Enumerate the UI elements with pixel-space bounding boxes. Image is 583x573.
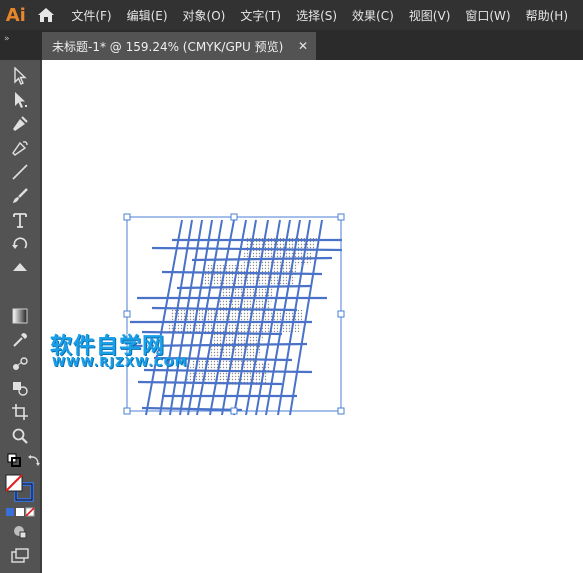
close-tab-icon[interactable]: ✕ xyxy=(298,39,308,53)
paintbrush-tool-icon[interactable] xyxy=(8,186,32,206)
rotate-tool-icon[interactable] xyxy=(8,234,32,254)
eyedropper-tool-icon[interactable] xyxy=(8,330,32,350)
selection-handle xyxy=(230,213,238,221)
selection-handle xyxy=(337,407,345,415)
artboard-canvas[interactable]: 软件自学网 WWW.RJZXW.COM xyxy=(42,60,583,573)
collapse-panel-icon[interactable]: » xyxy=(4,34,9,44)
type-tool-icon[interactable] xyxy=(8,210,32,230)
menu-bar: Ai 文件(F) 编辑(E) 对象(O) 文字(T) 选择(S) 效果(C) 视… xyxy=(0,0,583,30)
menu-help[interactable]: 帮助(H) xyxy=(526,7,568,24)
curvature-tool-icon[interactable] xyxy=(8,138,32,158)
selection-handle xyxy=(123,310,131,318)
selection-handle xyxy=(123,407,131,415)
menu-view[interactable]: 视图(V) xyxy=(409,7,451,24)
pen-tool-icon[interactable] xyxy=(8,114,32,134)
shape-builder-tool-icon[interactable] xyxy=(8,378,32,398)
artwork-line xyxy=(161,270,323,276)
color-mode-icons[interactable] xyxy=(4,506,36,518)
document-tab-title: 未标题-1* @ 159.24% (CMYK/GPU 预览) xyxy=(52,39,284,54)
selection-handle xyxy=(230,407,238,415)
selection-handle xyxy=(337,213,345,221)
gradient-tool-icon[interactable] xyxy=(8,306,32,326)
fill-stroke-swatch[interactable] xyxy=(4,474,36,502)
main-menu: 文件(F) 编辑(E) 对象(O) 文字(T) 选择(S) 效果(C) 视图(V… xyxy=(71,0,583,30)
app-logo: Ai xyxy=(5,4,26,26)
menu-effect[interactable]: 效果(C) xyxy=(352,7,394,24)
eraser-tool-icon[interactable] xyxy=(8,258,32,278)
menu-type[interactable]: 文字(T) xyxy=(240,7,281,24)
menu-window[interactable]: 窗口(W) xyxy=(465,7,510,24)
menu-edit[interactable]: 编辑(E) xyxy=(127,7,168,24)
selection-tool-icon[interactable] xyxy=(8,66,32,86)
artwork-line xyxy=(141,406,243,412)
direct-selection-tool-icon[interactable] xyxy=(8,90,32,110)
tools-panel xyxy=(0,60,42,573)
selection-handle xyxy=(123,213,131,221)
menu-file[interactable]: 文件(F) xyxy=(71,7,111,24)
illustrator-window: Ai 文件(F) 编辑(E) 对象(O) 文字(T) 选择(S) 效果(C) 视… xyxy=(0,0,583,573)
document-tab-bar: » 未标题-1* @ 159.24% (CMYK/GPU 预览) ✕ xyxy=(0,30,583,60)
artboard-tool-icon[interactable] xyxy=(8,402,32,422)
draw-mode-icon[interactable] xyxy=(8,522,32,542)
artwork[interactable] xyxy=(42,60,583,573)
magnifier-icon[interactable] xyxy=(8,426,32,446)
selection-handle xyxy=(337,310,345,318)
line-tool-icon[interactable] xyxy=(8,162,32,182)
home-icon[interactable] xyxy=(32,0,62,30)
blend-tool-icon[interactable] xyxy=(8,354,32,374)
menu-object[interactable]: 对象(O) xyxy=(183,7,226,24)
watermark-subtitle: WWW.RJZXW.COM xyxy=(52,355,188,369)
watermark-logo: 软件自学网 WWW.RJZXW.COM xyxy=(50,328,210,374)
screen-mode-icon[interactable] xyxy=(8,546,32,566)
menu-select[interactable]: 选择(S) xyxy=(296,7,337,24)
document-tab[interactable]: 未标题-1* @ 159.24% (CMYK/GPU 预览) ✕ xyxy=(42,32,316,60)
